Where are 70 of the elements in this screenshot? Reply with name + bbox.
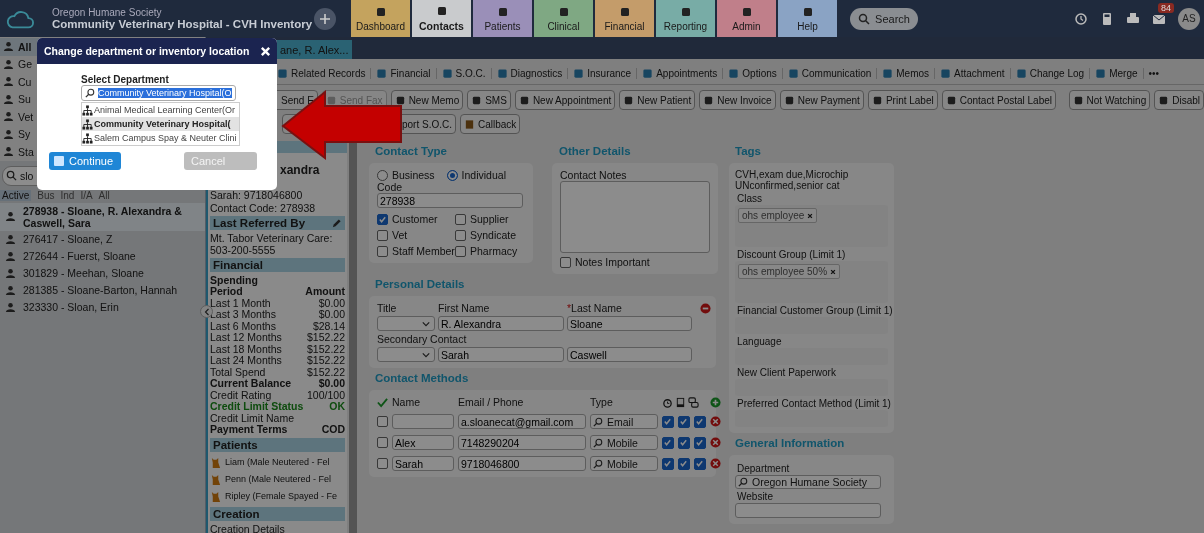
section-header: Creation: [210, 506, 345, 521]
row-value: $152.22: [307, 355, 345, 367]
contact-code: Contact Code: 278938: [210, 202, 317, 214]
app-title: Community Veterinary Hospital - CVH Inventory: [52, 18, 314, 30]
checkbox-label: Notes Important: [575, 256, 650, 268]
section-title: Contact Methods: [375, 372, 470, 384]
row-label: Payment Terms: [210, 424, 288, 436]
column-header: Amount: [305, 286, 345, 298]
row-value: $0.00: [318, 309, 345, 321]
row-label: Credit Rating: [210, 389, 272, 401]
row-value: COD: [321, 424, 345, 436]
checkbox-label: Customer: [392, 213, 438, 225]
field-label: Website: [737, 491, 774, 502]
row-label: Total Spend: [210, 366, 266, 378]
row-value: $152.22: [307, 366, 345, 378]
column-header: Name: [392, 396, 421, 408]
row-label: Current Balance: [210, 378, 292, 390]
field-label: Title: [377, 302, 398, 314]
field-label: New Client Paperwork: [737, 367, 837, 378]
section-header: Financial: [210, 258, 345, 272]
row-value: 100/100: [307, 389, 345, 401]
field-label: *Last Name: [567, 302, 623, 314]
row-label: Credit Limit Name: [210, 412, 295, 424]
row-label: Last 12 Months: [210, 332, 282, 344]
field-label: Class: [737, 193, 763, 204]
field-label: First Name: [438, 302, 491, 314]
notification-badge: 84: [1158, 2, 1174, 13]
field-label: Select Department: [81, 74, 170, 85]
row-value: $0.00: [318, 297, 345, 309]
field-label: Contact Notes: [560, 169, 628, 181]
row-label: Credit Limit Status: [210, 401, 304, 413]
section-title: General Information: [735, 437, 846, 449]
checkbox-label: Vet: [392, 229, 408, 241]
checkbox-label: Supplier: [470, 213, 509, 225]
row-label: Last 6 Months: [210, 320, 276, 332]
row-value: $152.22: [307, 343, 345, 355]
row-value: $28.14: [312, 320, 345, 332]
tags-summary: CVH,exam due,Microchip UNconfirmed,senior cat: [735, 169, 850, 191]
radio-label: Business: [392, 169, 435, 181]
column-header: Period: [210, 286, 243, 298]
column-header: Email / Phone: [458, 396, 525, 408]
row-value: $152.22: [307, 332, 345, 344]
field-label: Code: [377, 181, 404, 193]
section-title: Tags: [735, 145, 762, 157]
section-title: Personal Details: [375, 278, 466, 290]
contact-name: xandra: [279, 163, 321, 177]
field-label: Discount Group (Limit 1): [737, 249, 847, 260]
section-header: Last Referred By: [210, 216, 345, 230]
modal-title: Change department or inventory location: [44, 45, 250, 57]
row-value: $0.00: [318, 378, 345, 390]
checkbox-label: Pharmacy: [470, 245, 518, 257]
row-value: OK: [329, 401, 345, 413]
row-label: Last 24 Months: [210, 355, 282, 367]
checkbox-label: Staff Member: [392, 245, 455, 257]
field-label: Language: [737, 336, 783, 347]
field-label: Department: [737, 463, 791, 474]
radio-label: Individual: [461, 169, 506, 181]
section-title: Other Details: [559, 145, 632, 157]
referral-text: Mt. Tabor Veterinary Care: 503-200-5555: [210, 232, 334, 256]
section-title: Contact Type: [375, 145, 448, 157]
org-name: Oregon Humane Society: [52, 7, 163, 18]
row-label: Last 1 Month: [210, 297, 271, 309]
column-header: Type: [590, 396, 614, 408]
checkbox-label: Syndicate: [470, 229, 517, 241]
creation-details-label: Creation Details: [210, 522, 286, 533]
contact-phone: Sarah: 9718046800: [210, 189, 304, 201]
row-label: Last 18 Months: [210, 343, 282, 355]
field-label: Secondary Contact: [377, 333, 468, 345]
section-header: Patients: [210, 437, 345, 452]
spending-label: Spending: [210, 274, 259, 286]
